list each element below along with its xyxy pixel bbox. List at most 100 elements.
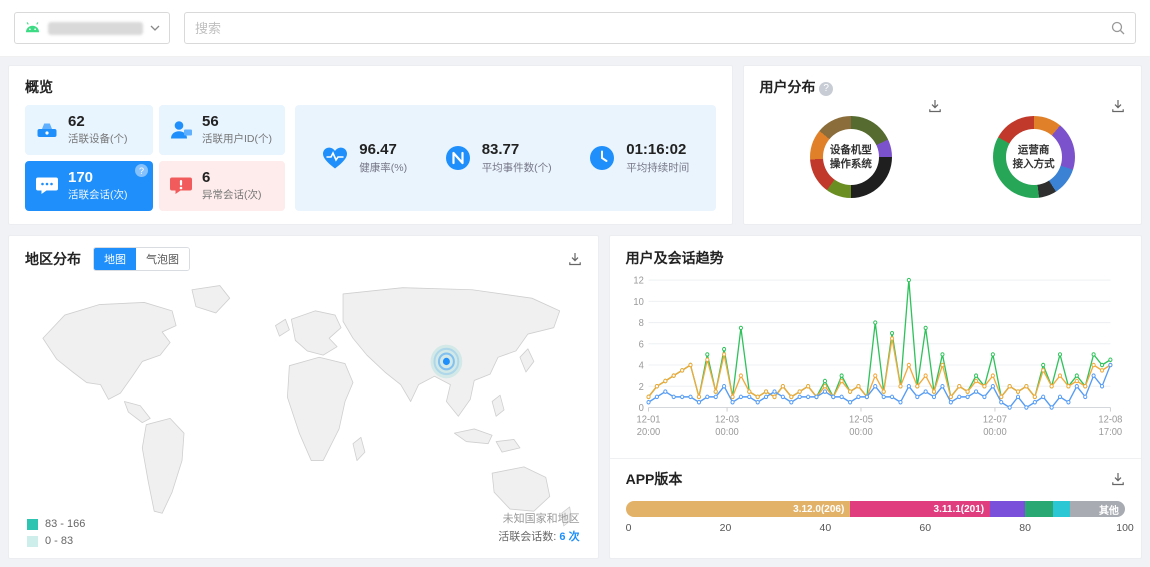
sessions-label: 活联会话数:: [498, 531, 556, 543]
metric-value: 96.47: [359, 141, 407, 158]
download-icon[interactable]: [1111, 472, 1125, 486]
svg-text:12-03: 12-03: [715, 414, 739, 425]
legend-label: 0 - 83: [45, 535, 73, 547]
svg-text:0: 0: [638, 403, 644, 414]
map-legend: 83 - 166 0 - 83: [27, 513, 85, 547]
chevron-down-icon: [150, 25, 160, 31]
sessions-value-link[interactable]: 6 次: [559, 531, 579, 543]
metric-label: 平均持续时间: [626, 160, 689, 175]
carrier-access-donut-block: 运营商 接入方式: [942, 99, 1125, 198]
version-segment[interactable]: [1053, 501, 1070, 517]
tab-bubble[interactable]: 气泡图: [136, 248, 189, 270]
app-selector[interactable]: [14, 12, 170, 44]
donut-chart[interactable]: 设备机型 操作系统: [810, 116, 892, 198]
stat-value: 170: [68, 170, 128, 187]
clock-icon: [588, 144, 616, 172]
legend-label: 83 - 166: [45, 518, 85, 530]
version-axis-tick: 80: [1019, 522, 1031, 534]
stat-label: 活联设备(个): [68, 131, 128, 146]
region-distribution-panel: 地区分布 地图 气泡图: [8, 235, 599, 559]
version-axis-tick: 0: [626, 522, 632, 534]
stat-value: 6: [202, 170, 262, 187]
version-axis-tick: 60: [919, 522, 931, 534]
version-stacked-bar: 3.12.0(206)3.11.1(201) 其他: [626, 501, 1125, 517]
donut-chart[interactable]: 运营商 接入方式: [993, 116, 1075, 198]
dashboard-grid: 概览 62 活联设备(个): [0, 57, 1150, 567]
svg-text:2: 2: [638, 382, 643, 393]
version-axis: 020406080100: [626, 522, 1125, 537]
tab-map[interactable]: 地图: [94, 248, 136, 270]
overview-panel: 概览 62 活联设备(个): [8, 65, 733, 225]
overview-metric-strip: 96.47 健康率(%) 83.77 平: [295, 105, 716, 211]
stat-card-active-devices[interactable]: 62 活联设备(个): [25, 105, 153, 155]
help-icon[interactable]: ?: [135, 164, 148, 177]
download-icon[interactable]: [1111, 99, 1125, 113]
metric-avg-events: 83.77 平均事件数(个): [444, 141, 552, 174]
download-icon[interactable]: [568, 252, 582, 266]
topbar: [0, 0, 1150, 57]
app-name-redacted: [48, 22, 143, 35]
svg-text:12-07: 12-07: [983, 414, 1007, 425]
svg-text:12: 12: [633, 275, 643, 286]
health-icon: [321, 144, 349, 172]
app-version-section: APP版本 3.12.0(206)3.11.1(201) 其他 0 20 40 60 80…: [610, 458, 1141, 549]
app-version-title: APP版本: [626, 469, 683, 489]
svg-text:10: 10: [633, 297, 644, 308]
version-segment[interactable]: 其他: [1070, 501, 1125, 517]
svg-text:00:00: 00:00: [715, 427, 739, 438]
stat-label: 活联会话(次): [68, 187, 128, 202]
region-title: 地区分布: [25, 249, 81, 269]
version-segment[interactable]: [990, 501, 1025, 517]
version-segment[interactable]: [1025, 501, 1052, 517]
stat-value: 56: [202, 114, 272, 131]
stat-label: 异常会话(次): [202, 187, 262, 202]
metric-label: 平均事件数(个): [482, 160, 552, 175]
stat-card-abnormal-sessions[interactable]: 6 异常会话(次): [159, 161, 285, 211]
alert-chat-icon: [168, 173, 194, 199]
donut-center-label[interactable]: 运营商 接入方式: [1013, 143, 1055, 171]
svg-text:12-01: 12-01: [636, 414, 660, 425]
map-view-tabs: 地图 气泡图: [93, 247, 190, 271]
svg-text:6: 6: [638, 339, 643, 350]
stat-card-active-sessions[interactable]: ? 170 活联会话(次): [25, 161, 153, 211]
svg-text:8: 8: [638, 318, 643, 329]
metric-value: 01:16:02: [626, 141, 689, 158]
unknown-area-label: 未知国家和地区: [498, 510, 579, 529]
version-axis-tick: 100: [1116, 522, 1134, 534]
legend-item[interactable]: 83 - 166: [27, 518, 85, 530]
search-input[interactable]: [195, 21, 1111, 36]
map-marker: [431, 345, 463, 379]
version-axis-tick: 40: [820, 522, 832, 534]
help-icon[interactable]: ?: [819, 82, 833, 96]
metric-label: 健康率(%): [359, 160, 407, 175]
svg-text:4: 4: [638, 360, 644, 371]
search-box: [184, 12, 1136, 44]
trend-line-chart[interactable]: 02468101212-0120:0012-0300:0012-0500:001…: [626, 272, 1125, 452]
svg-text:20:00: 20:00: [636, 427, 660, 438]
version-segment[interactable]: 3.11.1(201): [850, 501, 990, 517]
stat-card-active-users[interactable]: 56 活联用户ID(个): [159, 105, 285, 155]
svg-text:17:00: 17:00: [1098, 427, 1122, 438]
stat-label: 活联用户ID(个): [202, 131, 272, 146]
donut-center-label[interactable]: 设备机型 操作系统: [830, 143, 872, 171]
chat-icon: [34, 173, 60, 199]
metric-health-rate: 96.47 健康率(%): [321, 141, 407, 174]
android-icon: [24, 21, 41, 36]
download-icon[interactable]: [928, 99, 942, 113]
device-os-donut-block: 设备机型 操作系统: [760, 99, 943, 198]
svg-text:00:00: 00:00: [983, 427, 1007, 438]
trend-title: 用户及会话趋势: [626, 248, 1125, 268]
legend-swatch: [27, 519, 38, 530]
map-unknown-note: 未知国家和地区 活联会话数: 6 次: [498, 510, 579, 547]
legend-item[interactable]: 0 - 83: [27, 535, 85, 547]
search-icon[interactable]: [1111, 21, 1125, 35]
metric-value: 83.77: [482, 141, 552, 158]
svg-text:12-08: 12-08: [1098, 414, 1122, 425]
trend-and-version-panel: 用户及会话趋势 0 2 4 6 8 10 12 12-01 20:00 12-03 00:00 12-…: [609, 235, 1142, 559]
svg-text:00:00: 00:00: [849, 427, 873, 438]
version-segment[interactable]: 3.12.0(206): [626, 501, 851, 517]
n-badge-icon: [444, 144, 472, 172]
device-icon: [34, 117, 60, 143]
version-axis-tick: 20: [720, 522, 732, 534]
world-map[interactable]: 83 - 166 0 - 83 未知国家和地区 活联会话数: 6 次: [25, 275, 582, 547]
